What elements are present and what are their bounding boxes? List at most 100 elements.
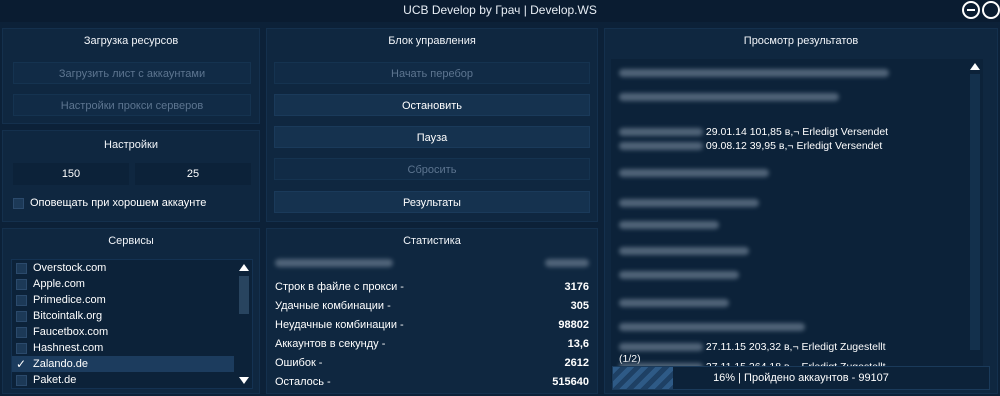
service-item[interactable]: Faucetbox.com bbox=[12, 324, 234, 340]
stats-value: 2612 bbox=[564, 357, 589, 369]
scroll-down-icon[interactable] bbox=[239, 377, 249, 384]
stats-value: 13,6 bbox=[567, 338, 589, 350]
results-scroll-up-icon[interactable] bbox=[970, 63, 980, 70]
load-accounts-button[interactable]: Загрузить лист с аккаунтами bbox=[13, 62, 251, 84]
log-line: 29.01.14 101,85 в,¬ Erledigt Versendet bbox=[619, 126, 888, 138]
progress-text: 16% | Пройдено аккаунтов - 99107 bbox=[713, 372, 889, 384]
results-log: 29.01.14 101,85 в,¬ Erledigt Versendet 0… bbox=[611, 59, 983, 383]
service-item[interactable]: Bitcointalk.org bbox=[12, 308, 234, 324]
redacted-value bbox=[545, 259, 589, 267]
log-order-1: 29.01.14 101,85 в,¬ Erledigt Versendet bbox=[705, 126, 889, 138]
service-label: Bitcointalk.org bbox=[33, 310, 103, 322]
log-line bbox=[619, 219, 719, 231]
service-checkbox[interactable] bbox=[16, 310, 27, 322]
threads-field[interactable]: 150 bbox=[13, 163, 129, 185]
services-scrollbar[interactable] bbox=[236, 260, 252, 388]
results-scrollbar[interactable] bbox=[967, 59, 983, 383]
notify-option[interactable]: Оповещать при хорошем аккаунте bbox=[13, 197, 206, 209]
service-label: Primedice.com bbox=[33, 294, 106, 306]
service-checkbox[interactable] bbox=[16, 278, 27, 290]
log-line bbox=[619, 297, 729, 309]
service-item[interactable]: Hashnest.com bbox=[12, 340, 234, 356]
log-order-3: 27.11.15 203,32 в,¬ Erledigt Zugestellt bbox=[705, 341, 886, 353]
service-item[interactable]: Paket.de bbox=[12, 372, 234, 388]
stats-label: Неудачные комбинации - bbox=[275, 319, 404, 331]
service-label: Faucetbox.com bbox=[33, 326, 109, 338]
settings-title: Настройки bbox=[104, 139, 158, 151]
log-line bbox=[619, 91, 839, 103]
service-label: Hashnest.com bbox=[33, 342, 104, 354]
stats-value: 515640 bbox=[552, 376, 589, 388]
settings-panel: Настройки 150 25 Оповещать при хорошем а… bbox=[2, 130, 260, 222]
window-controls bbox=[962, 0, 1000, 20]
stats-value: 98802 bbox=[558, 319, 589, 331]
service-label: Zalando.de bbox=[33, 358, 89, 370]
services-list: Overstock.com Apple.com Primedice.com Bitco… bbox=[11, 259, 253, 389]
log-line bbox=[619, 245, 749, 257]
window-title: UCB Develop by Грач | Develop.WS bbox=[403, 3, 597, 17]
timeout-field[interactable]: 25 bbox=[135, 163, 251, 185]
services-title: Сервисы bbox=[108, 235, 154, 247]
log-line bbox=[619, 167, 769, 179]
resources-panel: Загрузка ресурсов Загрузить лист с аккау… bbox=[2, 28, 260, 124]
log-line bbox=[619, 321, 805, 333]
scrollbar-thumb[interactable] bbox=[239, 276, 249, 314]
log-line bbox=[619, 67, 889, 79]
service-label: Apple.com bbox=[33, 278, 85, 290]
stats-row: Аккаунтов в секунду - 13,6 bbox=[275, 335, 589, 354]
services-panel: Сервисы Overstock.com Apple.com Primedice.… bbox=[2, 228, 260, 394]
stats-label: Строк в файле с прокси - bbox=[275, 281, 404, 293]
stats-row: Ошибок - 2612 bbox=[275, 354, 589, 373]
stats-row: Строк в файле с прокси - 3176 bbox=[275, 278, 589, 297]
stats-row: Удачные комбинации - 305 bbox=[275, 297, 589, 316]
service-label: Paket.de bbox=[33, 374, 77, 386]
notify-label: Оповещать при хорошем аккаунте bbox=[30, 197, 207, 209]
service-checkbox[interactable] bbox=[16, 326, 27, 338]
resources-title: Загрузка ресурсов bbox=[83, 35, 179, 47]
stop-button[interactable]: Остановить bbox=[274, 94, 590, 116]
service-checkbox[interactable] bbox=[16, 262, 27, 274]
stats-value: 305 bbox=[570, 300, 589, 312]
start-button[interactable]: Начать перебор bbox=[274, 62, 590, 84]
reset-button[interactable]: Сбросить bbox=[274, 158, 590, 180]
control-title: Блок управления bbox=[388, 35, 476, 47]
scroll-up-icon[interactable] bbox=[239, 264, 249, 271]
minimize-icon[interactable] bbox=[962, 1, 980, 19]
proxy-settings-button[interactable]: Настройки прокси серверов bbox=[13, 94, 251, 116]
stats-panel: Статистика Строк в файле с прокси - 3176 У… bbox=[266, 228, 598, 394]
results-button[interactable]: Результаты bbox=[274, 191, 590, 213]
title-bar: UCB Develop by Грач | Develop.WS bbox=[0, 0, 1000, 22]
service-item[interactable]: Apple.com bbox=[12, 276, 234, 292]
results-scrollbar-thumb[interactable] bbox=[970, 74, 980, 350]
service-item[interactable]: Zalando.de bbox=[12, 356, 234, 372]
log-line: 09.08.12 39,95 в,¬ Erledigt Versendet bbox=[619, 140, 882, 152]
close-icon[interactable] bbox=[982, 1, 1000, 19]
stats-title: Статистика bbox=[403, 235, 461, 247]
stats-label: Осталось - bbox=[275, 376, 331, 388]
service-checkbox[interactable] bbox=[16, 294, 27, 306]
results-panel: Просмотр результатов 29.01.14 101,85 в,¬… bbox=[604, 28, 998, 394]
pause-button[interactable]: Пауза bbox=[274, 126, 590, 148]
notify-checkbox[interactable] bbox=[13, 197, 24, 209]
stats-label: Аккаунтов в секунду - bbox=[275, 338, 386, 350]
results-title: Просмотр результатов bbox=[743, 35, 859, 47]
service-checkbox[interactable] bbox=[16, 374, 27, 386]
log-line bbox=[619, 197, 759, 209]
service-label: Overstock.com bbox=[33, 262, 107, 274]
log-line: 27.11.15 203,32 в,¬ Erledigt Zugestellt bbox=[619, 341, 886, 353]
stats-value: 3176 bbox=[564, 281, 589, 293]
stats-label: Удачные комбинации - bbox=[275, 300, 391, 312]
log-line bbox=[619, 269, 739, 281]
stats-label: Ошибок - bbox=[275, 357, 323, 369]
log-order-2: 09.08.12 39,95 в,¬ Erledigt Versendet bbox=[705, 140, 883, 152]
stats-row: Неудачные комбинации - 98802 bbox=[275, 316, 589, 335]
redacted-label bbox=[275, 259, 393, 267]
control-panel: Блок управления Начать перебор Остановит… bbox=[266, 28, 598, 222]
service-item[interactable]: Primedice.com bbox=[12, 292, 234, 308]
service-checkbox[interactable] bbox=[16, 356, 27, 372]
stats-row-hidden bbox=[275, 259, 589, 278]
service-item[interactable]: Overstock.com bbox=[12, 260, 234, 276]
service-checkbox[interactable] bbox=[16, 342, 27, 354]
progress-bar: 16% | Пройдено аккаунтов - 99107 bbox=[612, 366, 990, 390]
stats-row: Осталось - 515640 bbox=[275, 373, 589, 392]
